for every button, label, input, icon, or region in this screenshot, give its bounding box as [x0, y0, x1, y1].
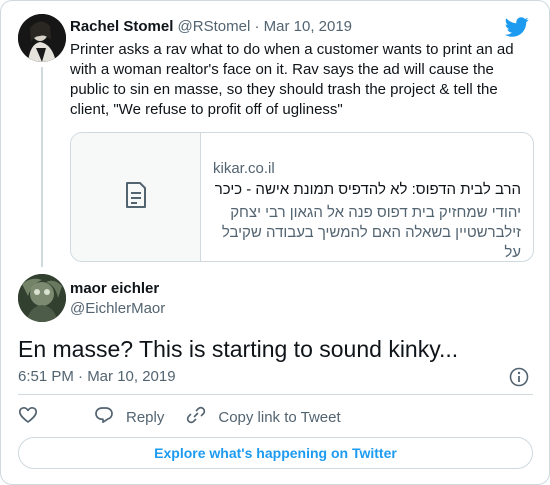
parent-tweet-header: Rachel Stomel @RStomel · Mar 10, 2019 — [70, 18, 352, 35]
link-preview-description: יהודי שמחזיק בית דפוס פנה אל הגאון רבי י… — [221, 204, 521, 261]
explore-twitter-button[interactable]: Explore what's happening on Twitter — [18, 437, 533, 469]
like-button[interactable] — [18, 405, 50, 429]
link-icon — [186, 405, 218, 429]
reply-button[interactable]: Reply — [94, 405, 164, 429]
thread-connector-line — [41, 67, 43, 267]
main-author-handle[interactable]: @EichlerMaor — [70, 300, 165, 317]
link-preview-thumbnail — [71, 133, 201, 261]
link-preview-body: kikar.co.il הרב לבית הדפוס: לא להדפיס תמ… — [201, 133, 533, 261]
parent-author-handle[interactable]: @RStomel — [178, 18, 251, 35]
reply-bubble-icon — [94, 405, 126, 429]
link-preview-title: הרב לבית הדפוס: לא להדפיס תמונת אישה - כ… — [211, 181, 521, 198]
meta-separator: · — [254, 18, 260, 35]
main-tweet-avatar[interactable] — [18, 274, 66, 322]
parent-tweet-avatar[interactable] — [18, 14, 66, 62]
link-preview-card[interactable]: kikar.co.il הרב לבית הדפוס: לא להדפיס תמ… — [70, 132, 534, 262]
tweet-embed-card: Rachel Stomel @RStomel · Mar 10, 2019 Pr… — [0, 0, 550, 485]
parent-author-name[interactable]: Rachel Stomel — [70, 18, 173, 35]
info-icon[interactable] — [509, 367, 529, 387]
tweet-actions: Reply Copy link to Tweet — [18, 405, 363, 429]
copy-link-label: Copy link to Tweet — [218, 408, 341, 426]
main-author-name[interactable]: maor eichler — [70, 280, 159, 297]
parent-tweet-date[interactable]: Mar 10, 2019 — [264, 18, 352, 35]
main-tweet-timestamp[interactable]: 6:51 PM · Mar 10, 2019 — [18, 368, 176, 385]
link-preview-domain: kikar.co.il — [213, 160, 275, 177]
reply-label: Reply — [126, 408, 165, 426]
main-tweet-text: En masse? This is starting to sound kink… — [18, 336, 459, 362]
heart-icon — [18, 405, 50, 429]
twitter-bird-icon[interactable] — [504, 15, 529, 39]
document-icon — [121, 180, 151, 215]
parent-tweet-text: Printer asks a rav what to do when a cus… — [70, 41, 514, 118]
divider — [18, 394, 533, 395]
copy-link-button[interactable]: Copy link to Tweet — [186, 405, 341, 429]
